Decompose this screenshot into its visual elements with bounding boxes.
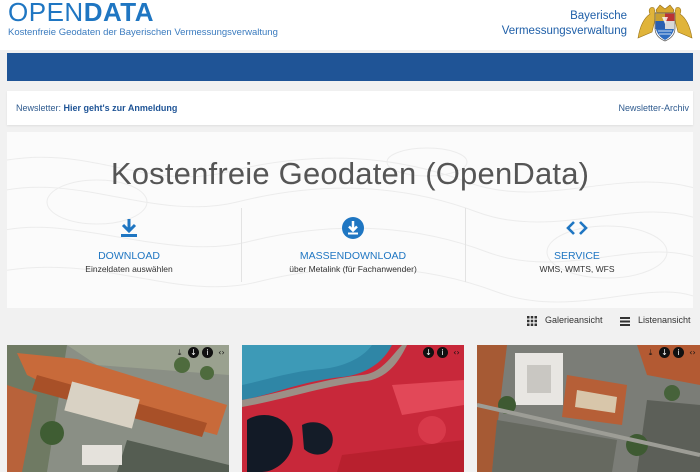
feature-download-title: DOWNLOAD xyxy=(98,250,160,262)
dataset-card[interactable]: ⤓ ↓ i ‹› xyxy=(7,345,229,472)
feature-massendownload[interactable]: MASSENDOWNLOAD über Metalink (für Fachan… xyxy=(239,216,467,286)
dataset-card[interactable]: ↓ i ‹› xyxy=(242,345,464,472)
aerial-photo-thumbnail xyxy=(7,345,229,472)
infrared-photo-thumbnail xyxy=(242,345,464,472)
org-name-line1: Bayerische xyxy=(570,10,627,22)
list-view-label: Listenansicht xyxy=(638,315,691,325)
opendata-logo[interactable]: OPENDATA xyxy=(8,0,154,28)
newsletter-prefix: Newsletter: xyxy=(16,103,64,113)
card-tools: ↓ i ‹› xyxy=(423,347,462,358)
gallery-view-label: Galerieansicht xyxy=(545,315,603,325)
org-name[interactable]: Bayerische Vermessungsverwaltung xyxy=(502,9,627,39)
download-circle-icon[interactable]: ↓ xyxy=(188,347,199,358)
feature-service-subtitle: WMS, WMTS, WFS xyxy=(539,264,615,274)
logo-open: OPEN xyxy=(8,0,84,27)
info-icon[interactable]: i xyxy=(673,347,684,358)
feature-download-subtitle: Einzeldaten auswählen xyxy=(85,264,173,274)
download-icon xyxy=(121,219,137,237)
info-icon[interactable]: i xyxy=(202,347,213,358)
code-icon xyxy=(566,221,588,235)
feature-download[interactable]: DOWNLOAD Einzeldaten auswählen xyxy=(15,216,243,286)
aerial-photo-thumbnail xyxy=(477,345,700,472)
hero-section: Kostenfreie Geodaten (OpenData) DOWNLOAD… xyxy=(7,132,693,308)
page-title: Kostenfreie Geodaten (OpenData) xyxy=(110,156,590,191)
feature-service-title: SERVICE xyxy=(554,250,600,262)
card-tools: ⤓ ↓ i ‹› xyxy=(174,347,227,358)
list-icon xyxy=(620,317,630,326)
site-header: OPENDATA Kostenfreie Geodaten der Bayeri… xyxy=(0,0,700,50)
newsletter-archive-link[interactable]: Newsletter-Archiv xyxy=(618,103,689,113)
download-circle-icon[interactable]: ↓ xyxy=(423,347,434,358)
grid-icon xyxy=(527,316,537,326)
list-view-button[interactable]: Listenansicht xyxy=(620,315,696,329)
newsletter-signup-link[interactable]: Hier geht's zur Anmeldung xyxy=(64,103,178,113)
view-toggle-bar: Galerieansicht Listenansicht xyxy=(0,312,700,334)
newsletter-bar: Newsletter: Hier geht's zur Anmeldung Ne… xyxy=(7,91,693,125)
download-icon[interactable]: ⤓ xyxy=(174,347,185,358)
feature-service[interactable]: SERVICE WMS, WMTS, WFS xyxy=(463,216,691,286)
dataset-card[interactable]: ⤓ ↓ i ‹› xyxy=(477,345,700,472)
page: OPENDATA Kostenfreie Geodaten der Bayeri… xyxy=(0,0,700,472)
feature-massendownload-subtitle: über Metalink (für Fachanwender) xyxy=(289,264,417,274)
feature-massendownload-title: MASSENDOWNLOAD xyxy=(299,250,407,262)
code-icon[interactable]: ‹› xyxy=(216,347,227,358)
download-icon[interactable]: ⤓ xyxy=(645,347,656,358)
org-name-line2: Vermessungsverwaltung xyxy=(501,25,627,37)
newsletter-signup: Newsletter: Hier geht's zur Anmeldung xyxy=(16,103,177,113)
code-icon[interactable]: ‹› xyxy=(451,347,462,358)
coat-of-arms-icon[interactable] xyxy=(636,2,694,42)
card-tools: ⤓ ↓ i ‹› xyxy=(645,347,698,358)
logo-data: DATA xyxy=(83,0,155,27)
site-tagline: Kostenfreie Geodaten der Bayerischen Ver… xyxy=(8,27,278,38)
download-circle-icon[interactable]: ↓ xyxy=(659,347,670,358)
main-nav-bar xyxy=(7,53,693,81)
download-circle-icon xyxy=(342,217,364,239)
gallery-view-button[interactable]: Galerieansicht xyxy=(527,315,607,329)
code-icon[interactable]: ‹› xyxy=(687,347,698,358)
info-icon[interactable]: i xyxy=(437,347,448,358)
